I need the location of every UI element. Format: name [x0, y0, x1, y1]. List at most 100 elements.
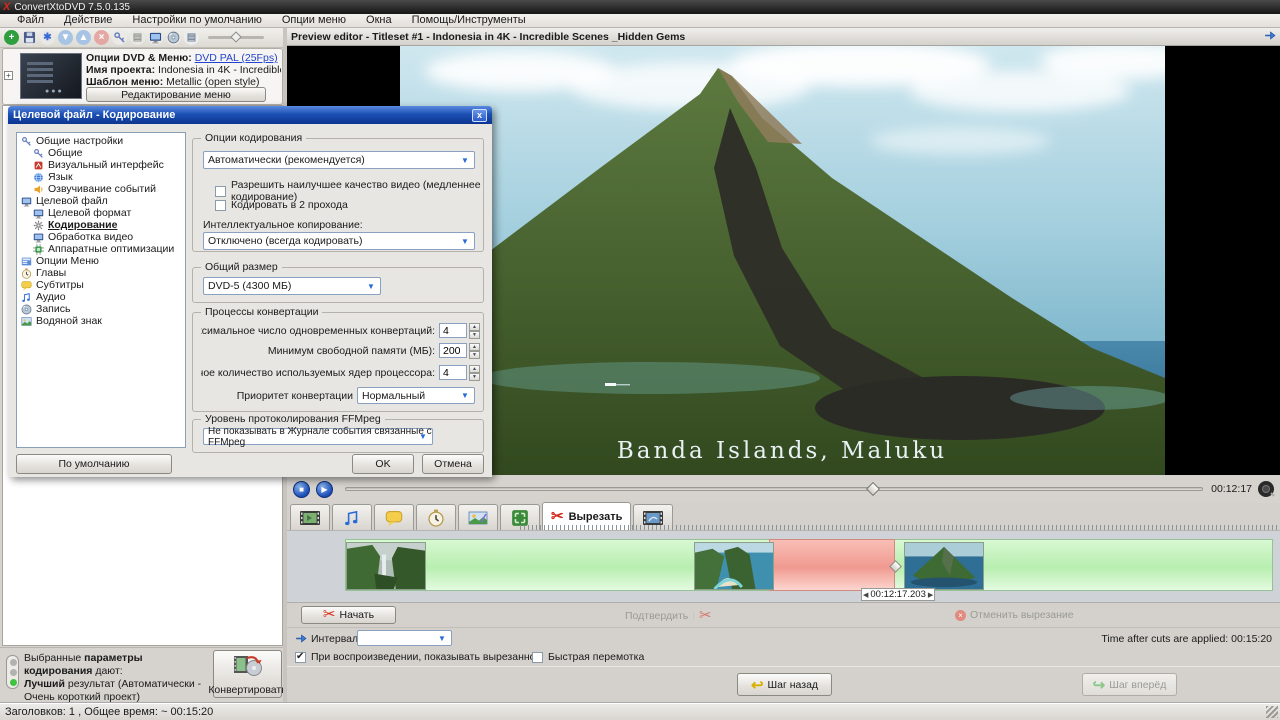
max-conversions-input[interactable]	[439, 323, 467, 338]
timeline-strip[interactable]	[345, 539, 1273, 591]
log-icon[interactable]: ▤	[130, 30, 145, 45]
max-cores-spinner[interactable]: ▲▼	[469, 365, 480, 380]
encoding-options-group: Опции кодирования Автоматически (рекомен…	[192, 138, 484, 252]
remove-title-icon[interactable]: ×	[94, 30, 109, 45]
cancel-button[interactable]: Отмена	[422, 454, 484, 474]
tree-item-5[interactable]: Целевой файл	[17, 195, 185, 207]
step-left-icon[interactable]: ◀	[863, 591, 868, 599]
timeline-thumb-cliffs[interactable]	[694, 542, 774, 590]
settings-keys-icon[interactable]	[112, 30, 127, 45]
menu-item-2[interactable]: Настройки по умолчанию	[123, 14, 270, 27]
add-file-icon[interactable]: +	[4, 30, 19, 45]
timeline-thumb-volcano[interactable]	[904, 542, 984, 590]
burn-disc-icon[interactable]	[166, 30, 181, 45]
tree-item-3[interactable]: Язык	[17, 171, 185, 183]
tree-item-4[interactable]: Озвучивание событий	[17, 183, 185, 195]
title-bar: X ConvertXtoDVD 7.5.0.135	[0, 0, 1280, 14]
smart-copy-combo[interactable]: Отключено (всегда кодировать)▼	[203, 232, 475, 250]
priority-combo[interactable]: Нормальный▼	[357, 387, 475, 404]
tree-item-2[interactable]: Визуальный интерфейс	[17, 159, 185, 171]
min-memory-spinner[interactable]: ▲▼	[469, 343, 480, 358]
fast-seek-checkbox[interactable]: Быстрая перемотка	[532, 651, 644, 663]
menu-item-4[interactable]: Окна	[357, 14, 401, 27]
tree-item-0[interactable]: Общие настройки	[17, 135, 185, 147]
dvd-format-link[interactable]: DVD PAL (25Fps)	[195, 52, 278, 64]
tree-expand-icon[interactable]: +	[4, 71, 13, 80]
zoom-slider-thumb[interactable]	[230, 31, 241, 42]
tree-item-7[interactable]: Кодирование	[17, 219, 185, 231]
move-up-icon[interactable]: ▲	[76, 30, 91, 45]
zoom-slider[interactable]	[208, 36, 264, 39]
menu-item-1[interactable]: Действие	[55, 14, 121, 27]
tree-item-15[interactable]: Водяной знак	[17, 315, 185, 327]
menu-item-3[interactable]: Опции меню	[273, 14, 355, 27]
step-back-button[interactable]: ↩ Шаг назад	[737, 673, 832, 696]
total-size-combo[interactable]: DVD-5 (4300 МБ)▼	[203, 277, 381, 295]
seek-thumb[interactable]	[866, 482, 880, 496]
best-quality-checkbox-box[interactable]	[215, 186, 226, 197]
two-pass-checkbox[interactable]: Кодировать в 2 прохода	[215, 199, 348, 211]
tree-item-1[interactable]: Общие	[17, 147, 185, 159]
cancel-cut-button[interactable]: × Отменить вырезание	[955, 609, 1074, 621]
ffmpeg-log-combo[interactable]: Не показывать в Журнале события связанны…	[203, 428, 433, 445]
fast-seek-checkbox-box[interactable]	[532, 652, 543, 663]
tree-item-6[interactable]: Целевой формат	[17, 207, 185, 219]
seek-slider[interactable]	[345, 487, 1203, 491]
cut-region[interactable]	[769, 539, 895, 591]
project-settings-icon[interactable]: ✱	[40, 30, 55, 45]
ok-button[interactable]: OK	[352, 454, 414, 474]
menu-preview-thumbnail[interactable]: ●●●	[20, 53, 82, 99]
preview-header: Preview editor - Titleset #1 - Indonesia…	[287, 28, 1280, 46]
timeline-thumb-waterfall[interactable]	[346, 542, 426, 590]
app-window: X ConvertXtoDVD 7.5.0.135 ФайлДействиеНа…	[0, 0, 1280, 720]
tab-image-adjust[interactable]	[458, 504, 498, 530]
tree-item-10[interactable]: Опции Меню	[17, 255, 185, 267]
window-title: ConvertXtoDVD 7.5.0.135	[14, 2, 130, 13]
tree-item-13[interactable]: Аудио	[17, 291, 185, 303]
menu-item-5[interactable]: Помощь/Инструменты	[403, 14, 535, 27]
tab-chapters[interactable]	[416, 504, 456, 530]
tab-video-options[interactable]	[290, 504, 330, 530]
preview-monitor-icon[interactable]	[148, 30, 163, 45]
audio-disc-icon[interactable]	[1256, 480, 1276, 498]
move-down-icon[interactable]: ▼	[58, 30, 73, 45]
stop-button[interactable]: ■	[293, 481, 310, 498]
tree-item-14[interactable]: Запись	[17, 303, 185, 315]
edit-menu-button[interactable]: Редактирование меню	[86, 87, 266, 102]
tab-audio[interactable]	[332, 504, 372, 530]
max-cores-input[interactable]	[439, 365, 467, 380]
tree-item-8[interactable]: Обработка видео	[17, 231, 185, 243]
step-forward-icon: ↪	[1093, 676, 1106, 694]
defaults-button[interactable]: По умолчанию	[16, 454, 172, 474]
report-icon[interactable]: ▤	[184, 30, 199, 45]
resize-grip[interactable]	[1266, 706, 1278, 718]
interval-combo[interactable]: ▼	[357, 630, 452, 646]
encoding-mode-combo[interactable]: Автоматически (рекомендуется)▼	[203, 151, 475, 169]
start-cut-button[interactable]: ✂ Начать	[301, 606, 396, 624]
dialog-title-bar[interactable]: Целевой файл - Кодирование x	[8, 106, 492, 124]
tree-item-11[interactable]: Главы	[17, 267, 185, 279]
step-right-icon[interactable]: ▶	[928, 591, 933, 599]
step-forward-button[interactable]: ↪ Шаг вперёд	[1082, 673, 1177, 696]
app-logo-icon: X	[3, 2, 10, 12]
status-text: Заголовков: 1 , Общее время: ~ 00:15:20	[5, 706, 213, 718]
tree-item-9[interactable]: Аппаратные оптимизации	[17, 243, 185, 255]
interval-label: Интервал	[311, 633, 358, 645]
detach-arrow-icon[interactable]	[1264, 29, 1276, 44]
convert-button[interactable]: Конвертировать	[213, 650, 282, 698]
min-memory-input[interactable]	[439, 343, 467, 358]
play-button[interactable]: ▶	[316, 481, 333, 498]
timeline-position-box[interactable]: ◀ 00:12:17.203 ▶	[861, 588, 935, 601]
conversion-group: Процессы конвертации Максимальное число …	[192, 312, 484, 412]
menu-item-0[interactable]: Файл	[8, 14, 53, 27]
show-cut-checkbox[interactable]: При воспроизведении, показывать вырезанн…	[295, 651, 541, 663]
show-cut-checkbox-box[interactable]	[295, 652, 306, 663]
max-conversions-spinner[interactable]: ▲▼	[469, 323, 480, 338]
smart-copy-label: Интеллектуальное копирование:	[203, 219, 363, 231]
save-project-icon[interactable]	[22, 30, 37, 45]
tree-item-12[interactable]: Субтитры	[17, 279, 185, 291]
confirm-cut-button[interactable]: Подтвердить | ✂	[625, 609, 712, 623]
tab-subtitles[interactable]	[374, 504, 414, 530]
dialog-close-button[interactable]: x	[472, 109, 487, 122]
two-pass-checkbox-box[interactable]	[215, 200, 226, 211]
